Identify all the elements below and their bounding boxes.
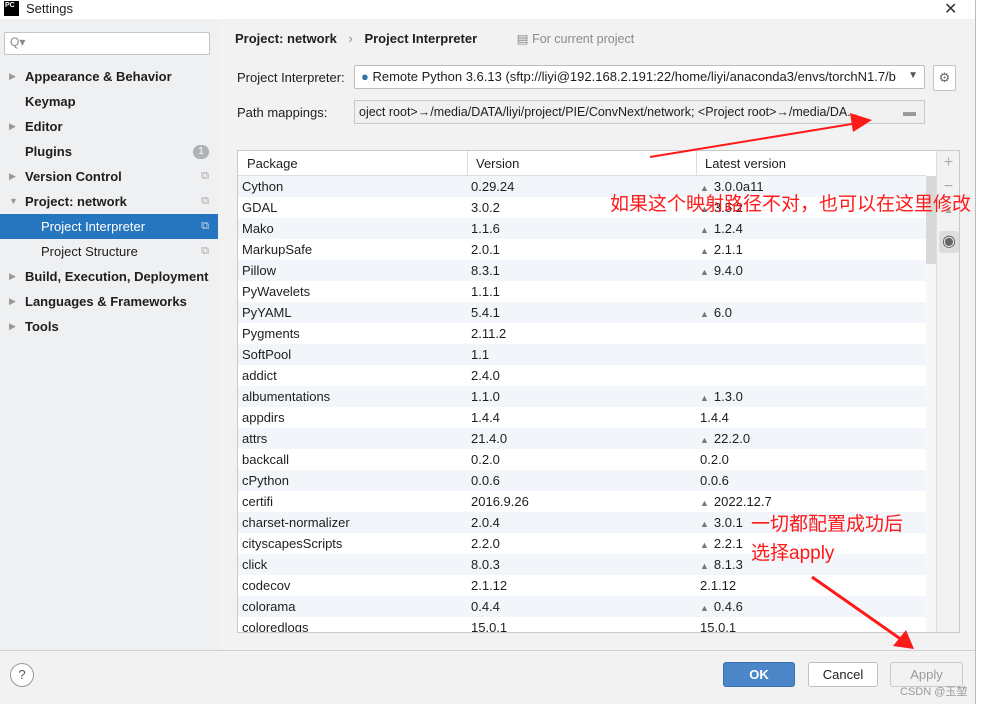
arrow-to-path-mappings (649, 122, 859, 158)
arrowhead-icon (893, 630, 914, 649)
arrowhead-icon (850, 113, 872, 132)
arrow-to-apply (811, 575, 903, 642)
watermark: CSDN @玉堃 (900, 686, 968, 698)
annotation-arrows (649, 113, 914, 649)
